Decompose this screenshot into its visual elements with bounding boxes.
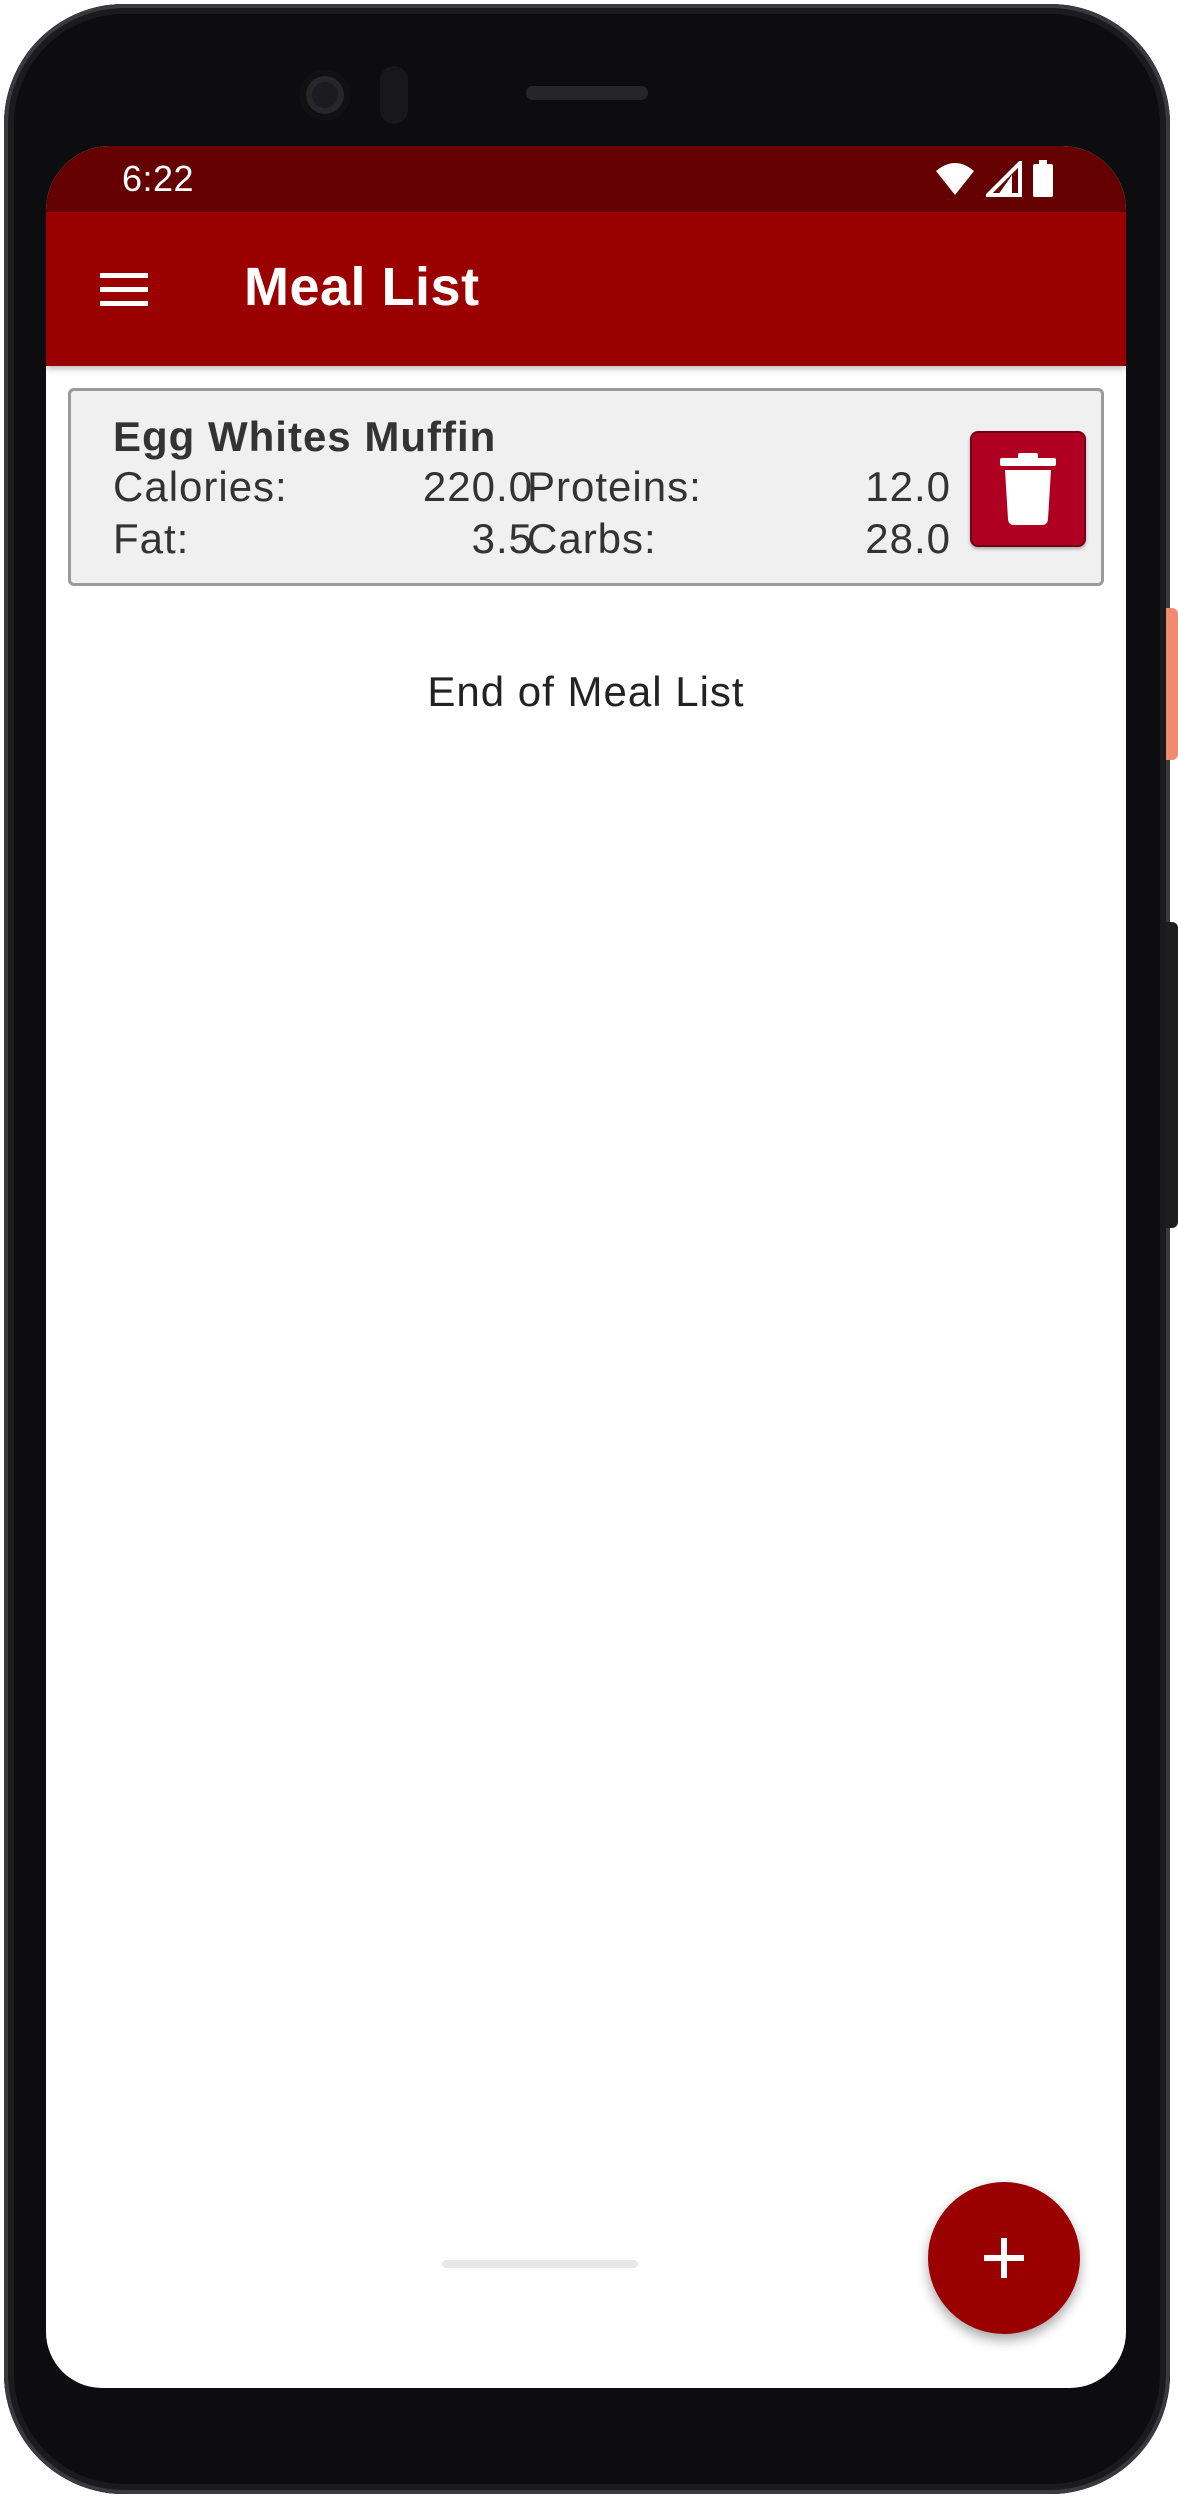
trash-icon	[1000, 453, 1056, 525]
app-bar: Meal List	[46, 212, 1126, 366]
screen: 6:22 Meal List Egg Whites Muffin Calorie…	[46, 146, 1126, 2388]
menu-button[interactable]	[86, 252, 162, 328]
earpiece-speaker	[526, 86, 648, 100]
fat-value: 3.5	[471, 515, 533, 562]
end-of-list-label: End of Meal List	[427, 668, 745, 715]
meal-name: Egg Whites Muffin	[113, 413, 497, 460]
battery-icon	[1033, 160, 1053, 197]
home-gesture-handle[interactable]	[442, 2260, 638, 2268]
cellular-signal-icon	[986, 161, 1022, 197]
status-time: 6:22	[122, 158, 195, 199]
volume-button	[1166, 922, 1178, 1228]
fat-label: Fat:	[113, 515, 190, 562]
power-button	[1166, 608, 1178, 760]
delete-meal-button[interactable]	[970, 431, 1086, 547]
meal-list-item[interactable]: Egg Whites Muffin Calories: 220.0 Protei…	[68, 388, 1104, 586]
plus-icon	[984, 2238, 1024, 2278]
calories-value: 220.0	[422, 463, 533, 510]
calories-label: Calories:	[113, 463, 288, 510]
proteins-value: 12.0	[865, 463, 951, 510]
phone-frame: 6:22 Meal List Egg Whites Muffin Calorie…	[0, 0, 1178, 2498]
carbs-value: 28.0	[865, 515, 951, 562]
hamburger-menu-icon	[100, 273, 148, 306]
status-bar: 6:22	[46, 146, 1126, 212]
add-meal-button[interactable]	[928, 2182, 1080, 2334]
status-icons	[934, 160, 1054, 198]
proximity-sensor	[380, 66, 408, 124]
carbs-label: Carbs:	[527, 515, 657, 562]
proteins-label: Proteins:	[527, 463, 702, 510]
wifi-icon	[936, 163, 974, 195]
front-camera	[300, 70, 350, 120]
page-title: Meal List	[244, 257, 480, 317]
